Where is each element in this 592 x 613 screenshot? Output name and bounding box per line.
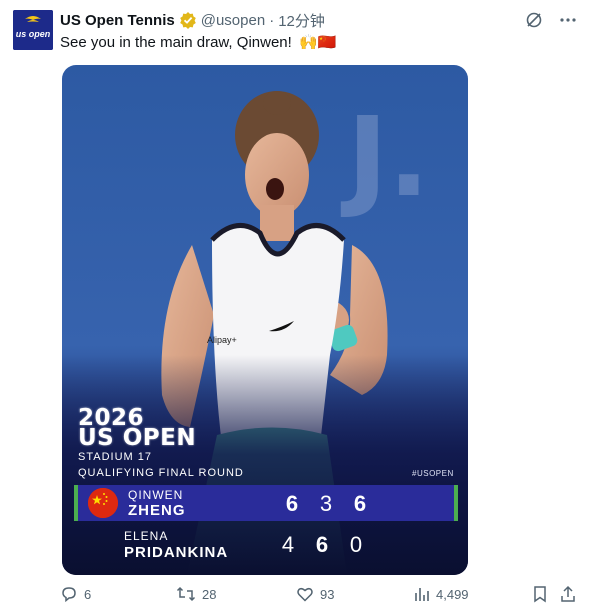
- repost-button[interactable]: 28: [176, 585, 216, 603]
- grok-icon[interactable]: [524, 10, 544, 30]
- views-count: 4,499: [436, 586, 469, 602]
- bookmark-icon: [534, 586, 546, 603]
- tweet-text: See you in the main draw, Qinwen!: [60, 34, 292, 51]
- display-name[interactable]: US Open Tennis: [60, 12, 175, 29]
- player-first-name: ELENA: [124, 529, 169, 543]
- timestamp[interactable]: 12分钟: [278, 10, 325, 31]
- set-score: 6: [353, 491, 367, 516]
- player-last-name: PRIDANKINA: [124, 544, 229, 561]
- views-button[interactable]: 4,499: [414, 585, 469, 603]
- tweet-text-line: See you in the main draw, Qinwen! 🙌🇨🇳: [60, 33, 336, 51]
- tweet-emojis: 🙌🇨🇳: [298, 34, 337, 51]
- reply-count: 6: [84, 586, 92, 602]
- court-label: STADIUM 17: [78, 451, 152, 463]
- like-count: 93: [320, 586, 335, 602]
- china-flag-icon: [88, 488, 118, 518]
- tweet-header: us open US Open Tennis @usopen · 12分钟 Se…: [0, 0, 592, 60]
- top-actions: [524, 10, 578, 30]
- like-button[interactable]: 93: [296, 585, 334, 603]
- set-score: 3: [319, 491, 333, 516]
- player-last-name: ZHENG: [128, 502, 186, 519]
- set-score: 6: [315, 532, 329, 557]
- reply-icon: [62, 587, 76, 603]
- views-icon: [415, 588, 429, 601]
- tweet-media-image[interactable]: J. Alipay+ 2026 US OPEN STADIUM 17 QUALI…: [62, 65, 468, 575]
- set-score: 6: [285, 491, 299, 516]
- reply-button[interactable]: 6: [60, 585, 91, 603]
- share-button[interactable]: [560, 585, 576, 603]
- hashtag-label: #USOPEN: [412, 469, 454, 478]
- scoreboard-row-loser: ELENA PRIDANKINA 4 6 0: [74, 524, 458, 564]
- set-score: 0: [349, 532, 363, 557]
- svg-text:J.: J.: [340, 93, 430, 221]
- bookmark-button[interactable]: [532, 585, 548, 603]
- player-first-name: QINWEN: [128, 488, 184, 502]
- sponsor-logo: Alipay+: [207, 335, 237, 345]
- scoreboard-row-winner: QINWEN ZHENG 6 3 6: [74, 485, 458, 521]
- tweet-actions: 6 28 93 4,499: [60, 585, 580, 609]
- handle[interactable]: @usopen: [201, 12, 265, 29]
- like-icon: [297, 587, 313, 602]
- verified-badge-icon[interactable]: [179, 11, 197, 29]
- separator-dot: ·: [269, 11, 275, 29]
- more-icon[interactable]: [558, 10, 578, 30]
- event-name: US OPEN: [78, 425, 197, 451]
- round-label: QUALIFYING FINAL ROUND: [78, 467, 244, 479]
- repost-count: 28: [202, 586, 217, 602]
- set-score: 4: [281, 532, 295, 557]
- repost-icon: [176, 586, 196, 602]
- name-line: US Open Tennis @usopen · 12分钟: [60, 10, 325, 30]
- event-title-block: 2026 US OPEN: [78, 407, 197, 451]
- share-icon: [561, 585, 575, 602]
- avatar-logo-text: us open: [16, 29, 51, 39]
- avatar[interactable]: us open: [13, 10, 53, 50]
